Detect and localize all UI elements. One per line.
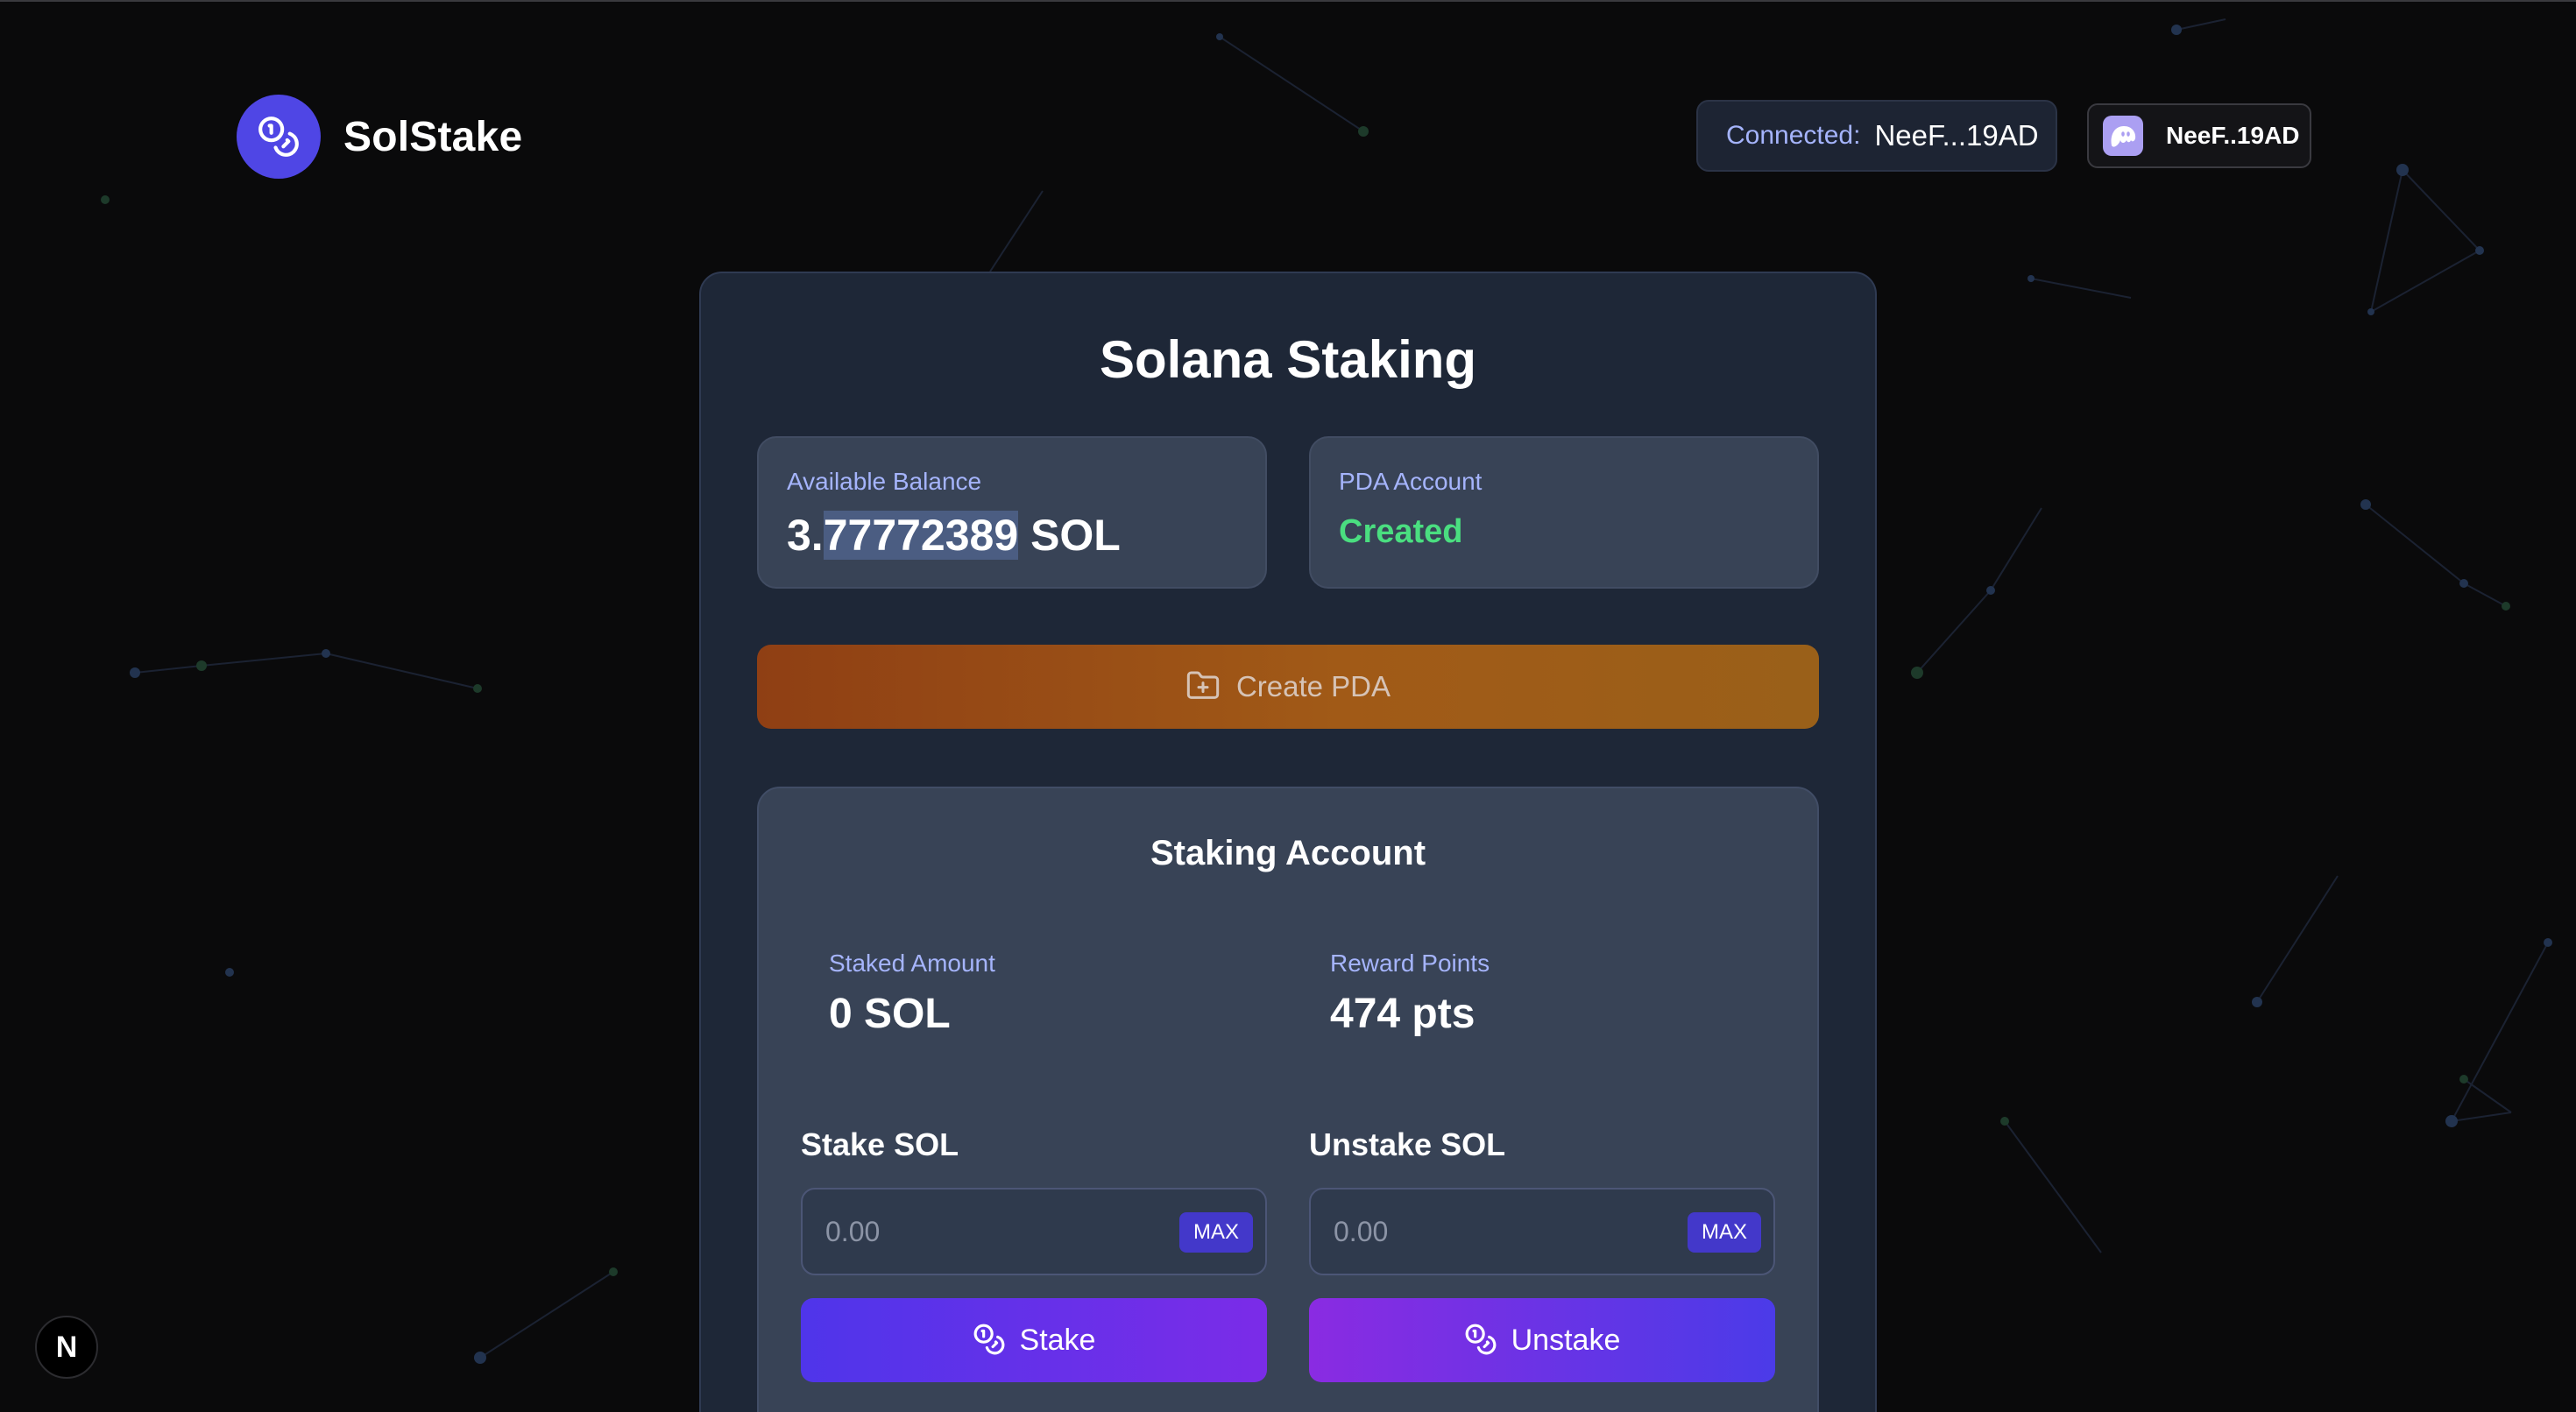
- unstake-heading: Unstake SOL: [1309, 1126, 1506, 1162]
- stake-amount-field: MAX: [801, 1188, 1267, 1275]
- unstake-max-button[interactable]: MAX: [1688, 1212, 1761, 1253]
- staking-account-title: Staking Account: [1150, 834, 1426, 872]
- folder-plus-icon: [1185, 668, 1221, 706]
- brand[interactable]: SolStake: [237, 95, 522, 179]
- create-pda-label: Create PDA: [1235, 670, 1391, 702]
- create-pda-button[interactable]: Create PDA: [757, 645, 1819, 729]
- staked-amount-label: Staked Amount: [829, 950, 995, 977]
- balance-value: 3.77772389 SOL: [787, 510, 1121, 561]
- stake-amount-input[interactable]: [803, 1190, 1171, 1274]
- connected-address: NeeF...19AD: [1874, 119, 2039, 152]
- nextjs-icon[interactable]: N: [35, 1316, 98, 1379]
- reward-points-value: 474 pts: [1330, 991, 1476, 1037]
- wallet-address: NeeF..19AD: [2166, 122, 2300, 149]
- staking-account-panel: Staking Account Staked Amount 0 SOL Rewa…: [757, 787, 1819, 1412]
- coins-icon: [1464, 1323, 1497, 1359]
- page: SolStake Connected: NeeF...19AD NeeF..19…: [0, 0, 2576, 1412]
- pda-label: PDA Account: [1339, 468, 1483, 495]
- stake-button[interactable]: Stake: [801, 1298, 1267, 1382]
- stake-max-button[interactable]: MAX: [1179, 1212, 1253, 1253]
- card-title: Solana Staking: [1099, 330, 1477, 389]
- stake-heading: Stake SOL: [801, 1126, 959, 1162]
- reward-points-label: Reward Points: [1330, 950, 1490, 977]
- pda-status: Created: [1339, 513, 1463, 550]
- staked-amount-value: 0 SOL: [829, 991, 951, 1037]
- brand-name: SolStake: [343, 113, 523, 160]
- balance-box: Available Balance 3.77772389 SOL: [757, 436, 1267, 589]
- coins-icon: [973, 1323, 1006, 1359]
- staking-card: Solana Staking Available Balance 3.77772…: [699, 272, 1877, 1412]
- pda-box: PDA Account Created: [1309, 436, 1819, 589]
- unstake-amount-field: MAX: [1309, 1188, 1775, 1275]
- balance-label: Available Balance: [787, 468, 982, 495]
- connected-label: Connected:: [1726, 121, 1861, 150]
- unstake-button[interactable]: Unstake: [1309, 1298, 1775, 1382]
- phantom-ghost-icon: [2103, 116, 2143, 156]
- wallet-button[interactable]: NeeF..19AD: [2087, 103, 2311, 168]
- balance-value-prefix: 3.: [787, 511, 824, 560]
- balance-value-suffix: SOL: [1018, 511, 1121, 560]
- coins-icon: [237, 95, 321, 179]
- connection-status: Connected: NeeF...19AD: [1696, 100, 2057, 172]
- balance-value-selected: 77772389: [823, 511, 1019, 560]
- unstake-amount-input[interactable]: [1311, 1190, 1679, 1274]
- unstake-button-label: Unstake: [1511, 1323, 1621, 1357]
- nextjs-letter: N: [55, 1330, 78, 1364]
- stake-button-label: Stake: [1019, 1323, 1096, 1357]
